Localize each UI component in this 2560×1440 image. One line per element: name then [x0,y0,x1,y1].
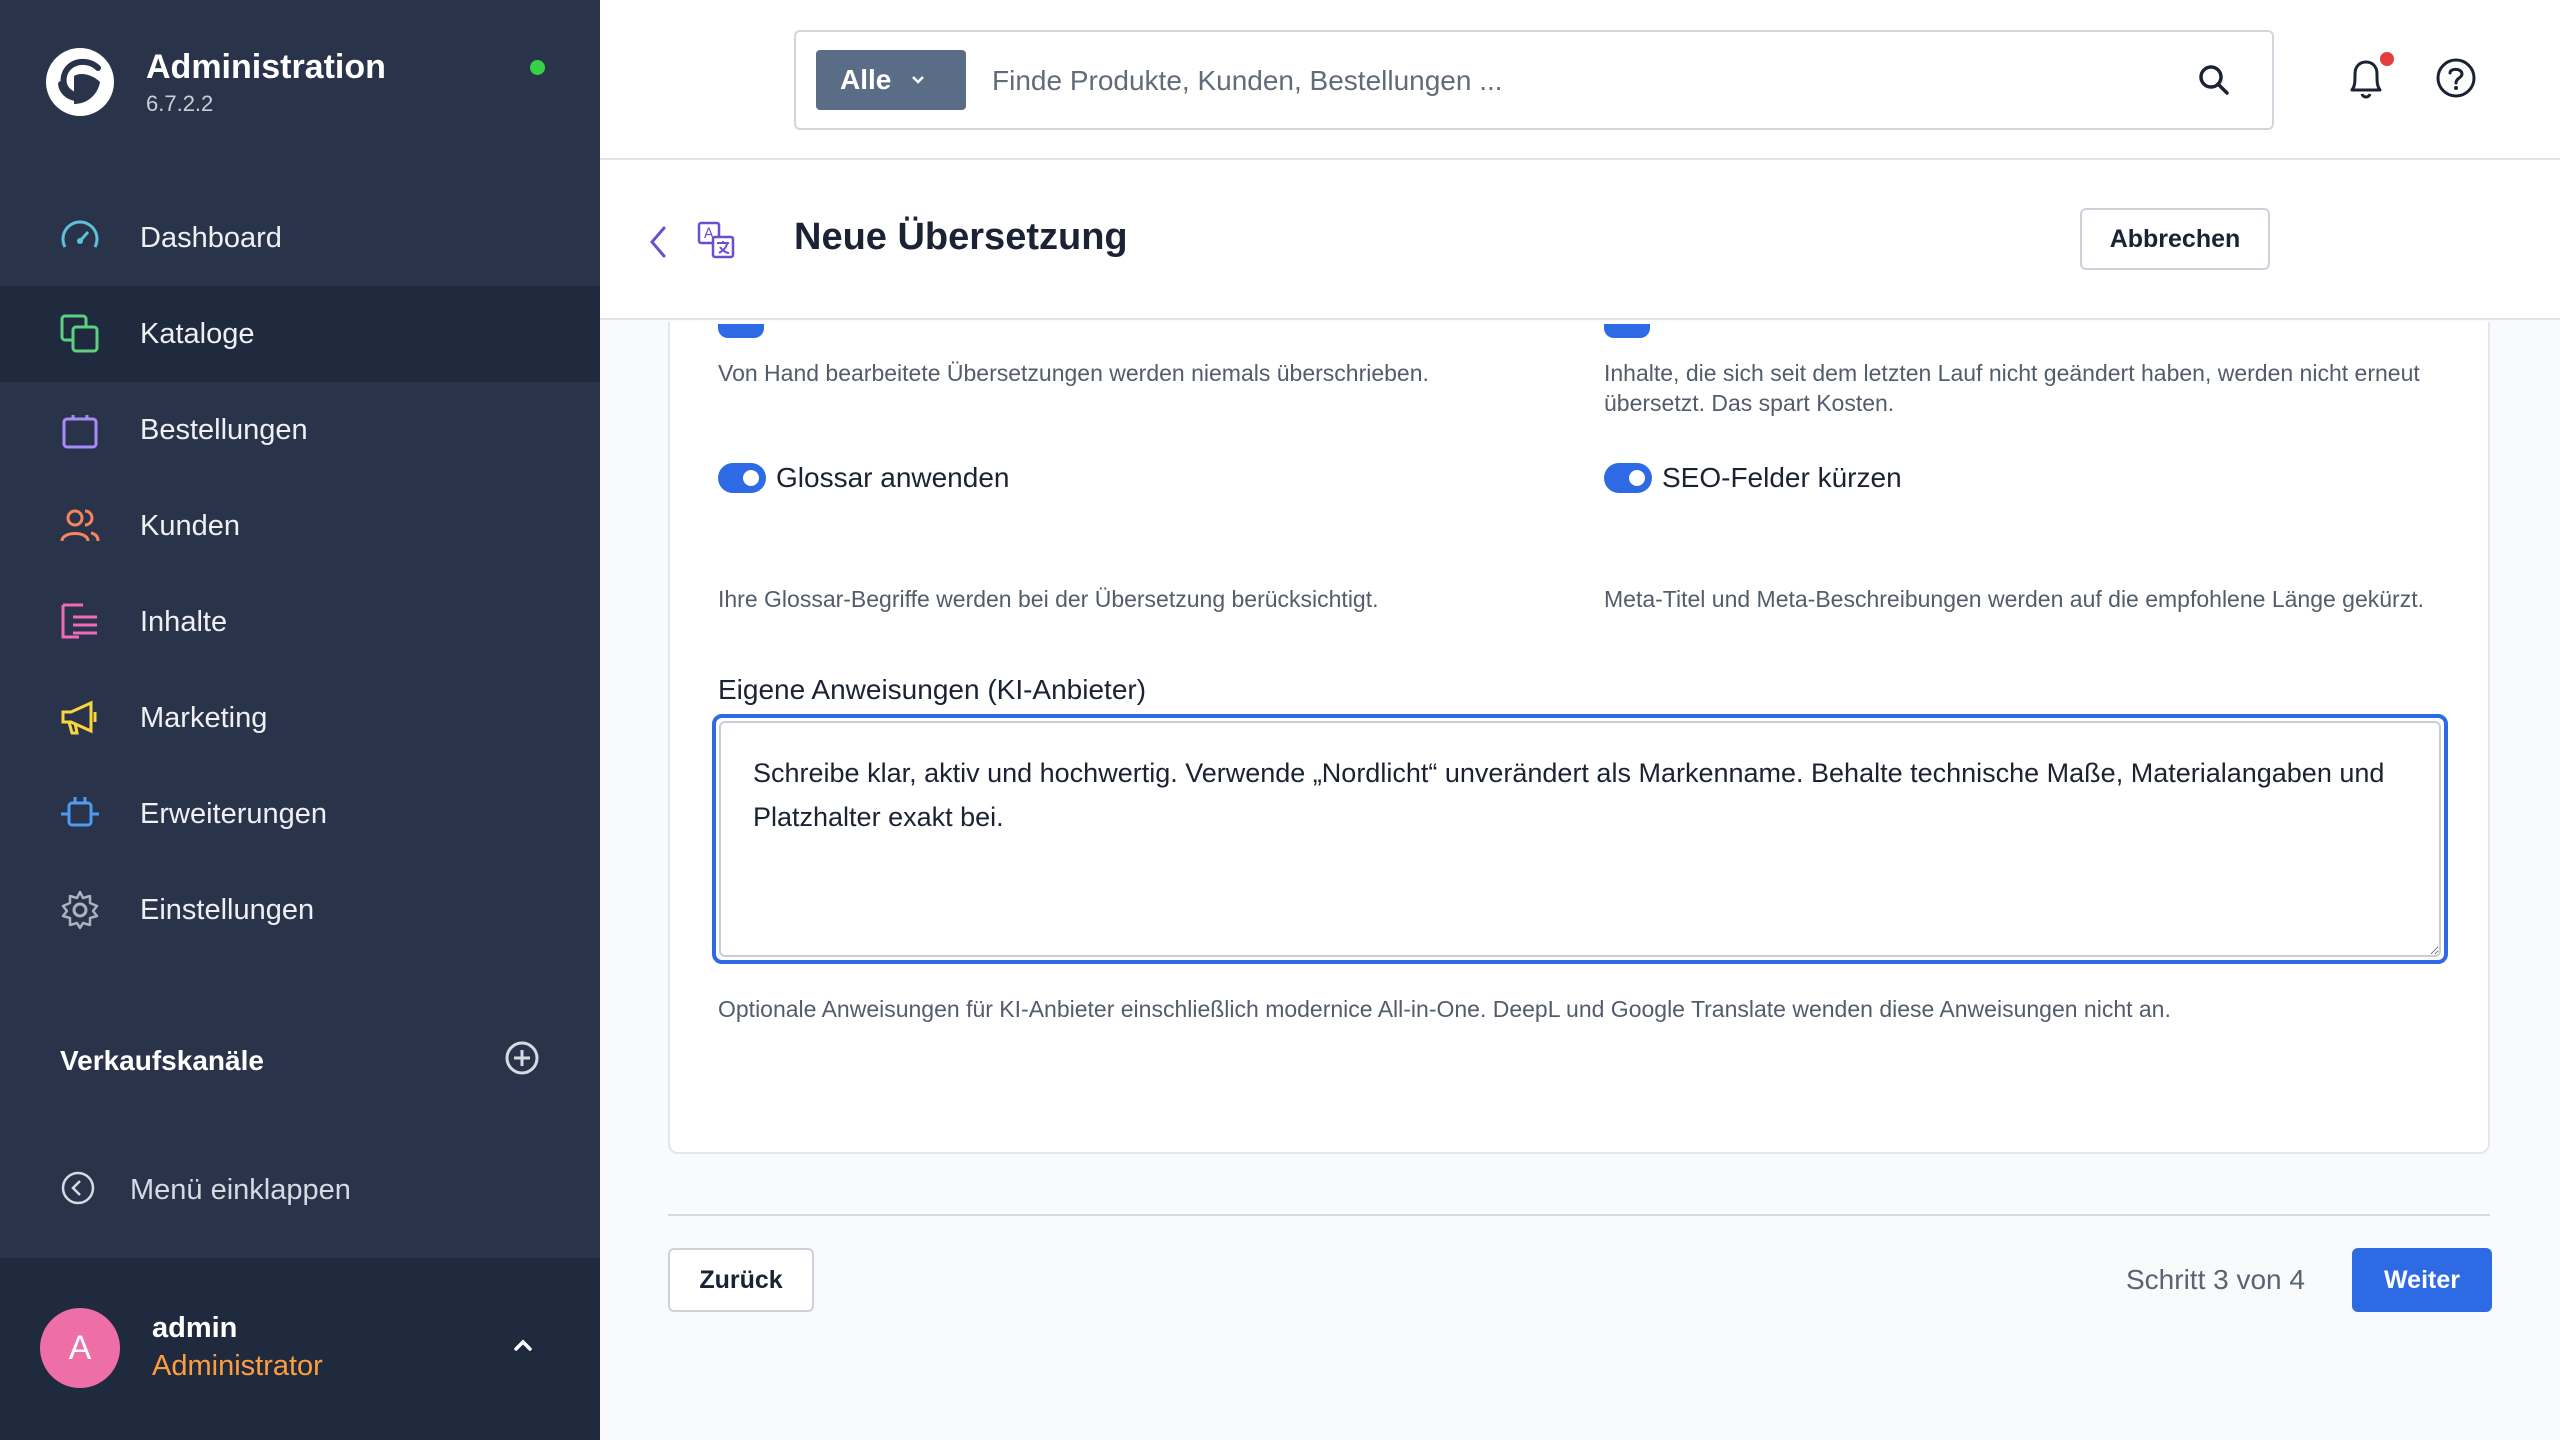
nav-label: Marketing [140,701,268,734]
options-card: Von Hand bearbeitete Übersetzungen werde… [668,322,2490,1154]
collapse-menu-label: Menü einklappen [130,1174,351,1206]
search-icon[interactable] [2196,62,2232,103]
global-search: Alle [794,30,2274,130]
cancel-button[interactable]: Abbrechen [2080,208,2270,270]
glossary-option[interactable]: Glossar anwenden [718,462,1009,494]
nav-item-kataloge[interactable]: Kataloge [0,286,600,382]
nav-item-bestellungen[interactable]: Bestellungen [0,382,600,478]
user-name: admin [152,1312,238,1344]
customers-icon [58,504,102,548]
nav-item-marketing[interactable]: Marketing [0,670,600,766]
nav-label: Kunden [140,509,240,542]
search-filter-dropdown[interactable]: Alle [816,50,966,110]
search-input[interactable] [992,52,2152,110]
online-status-dot [530,60,545,75]
next-button[interactable]: Weiter [2352,1248,2492,1312]
wizard-content: Von Hand bearbeitete Übersetzungen werde… [600,322,2560,1440]
seo-toggle[interactable] [1604,463,1652,493]
translate-icon: A [696,220,736,265]
instructions-textarea[interactable]: Schreibe klar, aktiv und hochwertig. Ver… [719,721,2441,957]
nav-item-erweiterungen[interactable]: Erweiterungen [0,766,600,862]
preserve-manual-toggle[interactable] [718,324,764,338]
chevron-down-icon [912,76,925,84]
glossary-toggle[interactable] [718,463,766,493]
avatar: A [40,1308,120,1388]
page-header: A Neue Übersetzung Abbrechen [600,160,2560,320]
glossary-description: Ihre Glossar-Begriffe werden bei der Übe… [718,586,1379,612]
skip-unchanged-toggle[interactable] [1604,324,1650,338]
nav-label: Einstellungen [140,893,315,926]
gear-icon [58,888,102,932]
back-button[interactable]: Zurück [668,1248,814,1312]
collapse-menu-button[interactable]: Menü einklappen [60,1170,351,1211]
nav-item-kunden[interactable]: Kunden [0,478,600,574]
user-menu[interactable]: A admin Administrator [0,1258,600,1440]
user-role: Administrator [152,1350,323,1382]
brand-version: 6.7.2.2 [146,91,214,116]
page-title: Neue Übersetzung [794,216,1128,258]
seo-option[interactable]: SEO-Felder kürzen [1604,462,1902,494]
seo-description: Meta-Titel und Meta-Beschreibungen werde… [1604,586,2424,612]
nav-item-dashboard[interactable]: Dashboard [0,190,600,286]
nav-label: Dashboard [140,221,282,254]
brand[interactable]: Administration 6.7.2.2 [44,46,386,118]
shopware-logo-icon [46,48,114,116]
sales-channels-header: Verkaufskanäle [60,1040,540,1081]
dashboard-icon [58,216,102,260]
nav-item-einstellungen[interactable]: Einstellungen [0,862,600,958]
nav-label: Bestellungen [140,413,308,446]
glossary-label: Glossar anwenden [776,462,1010,493]
back-chevron-icon[interactable] [644,222,672,267]
nav-label: Inhalte [140,605,228,638]
sales-channels-title: Verkaufskanäle [60,1044,264,1076]
plugin-icon [58,792,102,836]
notification-badge [2380,52,2394,66]
instructions-label: Eigene Anweisungen (KI-Anbieter) [718,674,1147,705]
help-icon[interactable] [2434,56,2478,105]
instructions-focus-ring: Schreibe klar, aktiv und hochwertig. Ver… [712,714,2448,964]
footer-divider [668,1214,2490,1216]
nav-label: Erweiterungen [140,797,327,830]
step-indicator: Schritt 3 von 4 [2126,1264,2305,1295]
catalog-icon [58,312,102,356]
megaphone-icon [58,696,102,740]
nav-label: Kataloge [140,317,255,350]
chevron-up-icon[interactable] [508,1330,538,1365]
brand-title: Administration [146,48,386,86]
main-nav: Dashboard Kataloge Bestellungen Kunden I… [0,190,600,958]
content-icon [58,600,102,644]
nav-item-inhalte[interactable]: Inhalte [0,574,600,670]
shopping-bag-icon [58,408,102,452]
skip-unchanged-description: Inhalte, die sich seit dem letzten Lauf … [1604,360,2420,416]
sidebar: Administration 6.7.2.2 Dashboard Katalog… [0,0,600,1440]
add-sales-channel-icon[interactable] [504,1040,540,1081]
top-bar: Alle [600,0,2560,160]
instructions-help-text: Optionale Anweisungen für KI-Anbieter ei… [718,996,2171,1022]
search-filter-label: Alle [840,64,892,95]
preserve-manual-description: Von Hand bearbeitete Übersetzungen werde… [718,360,1429,386]
chevron-left-circle-icon [60,1170,96,1211]
seo-label: SEO-Felder kürzen [1662,462,1902,493]
